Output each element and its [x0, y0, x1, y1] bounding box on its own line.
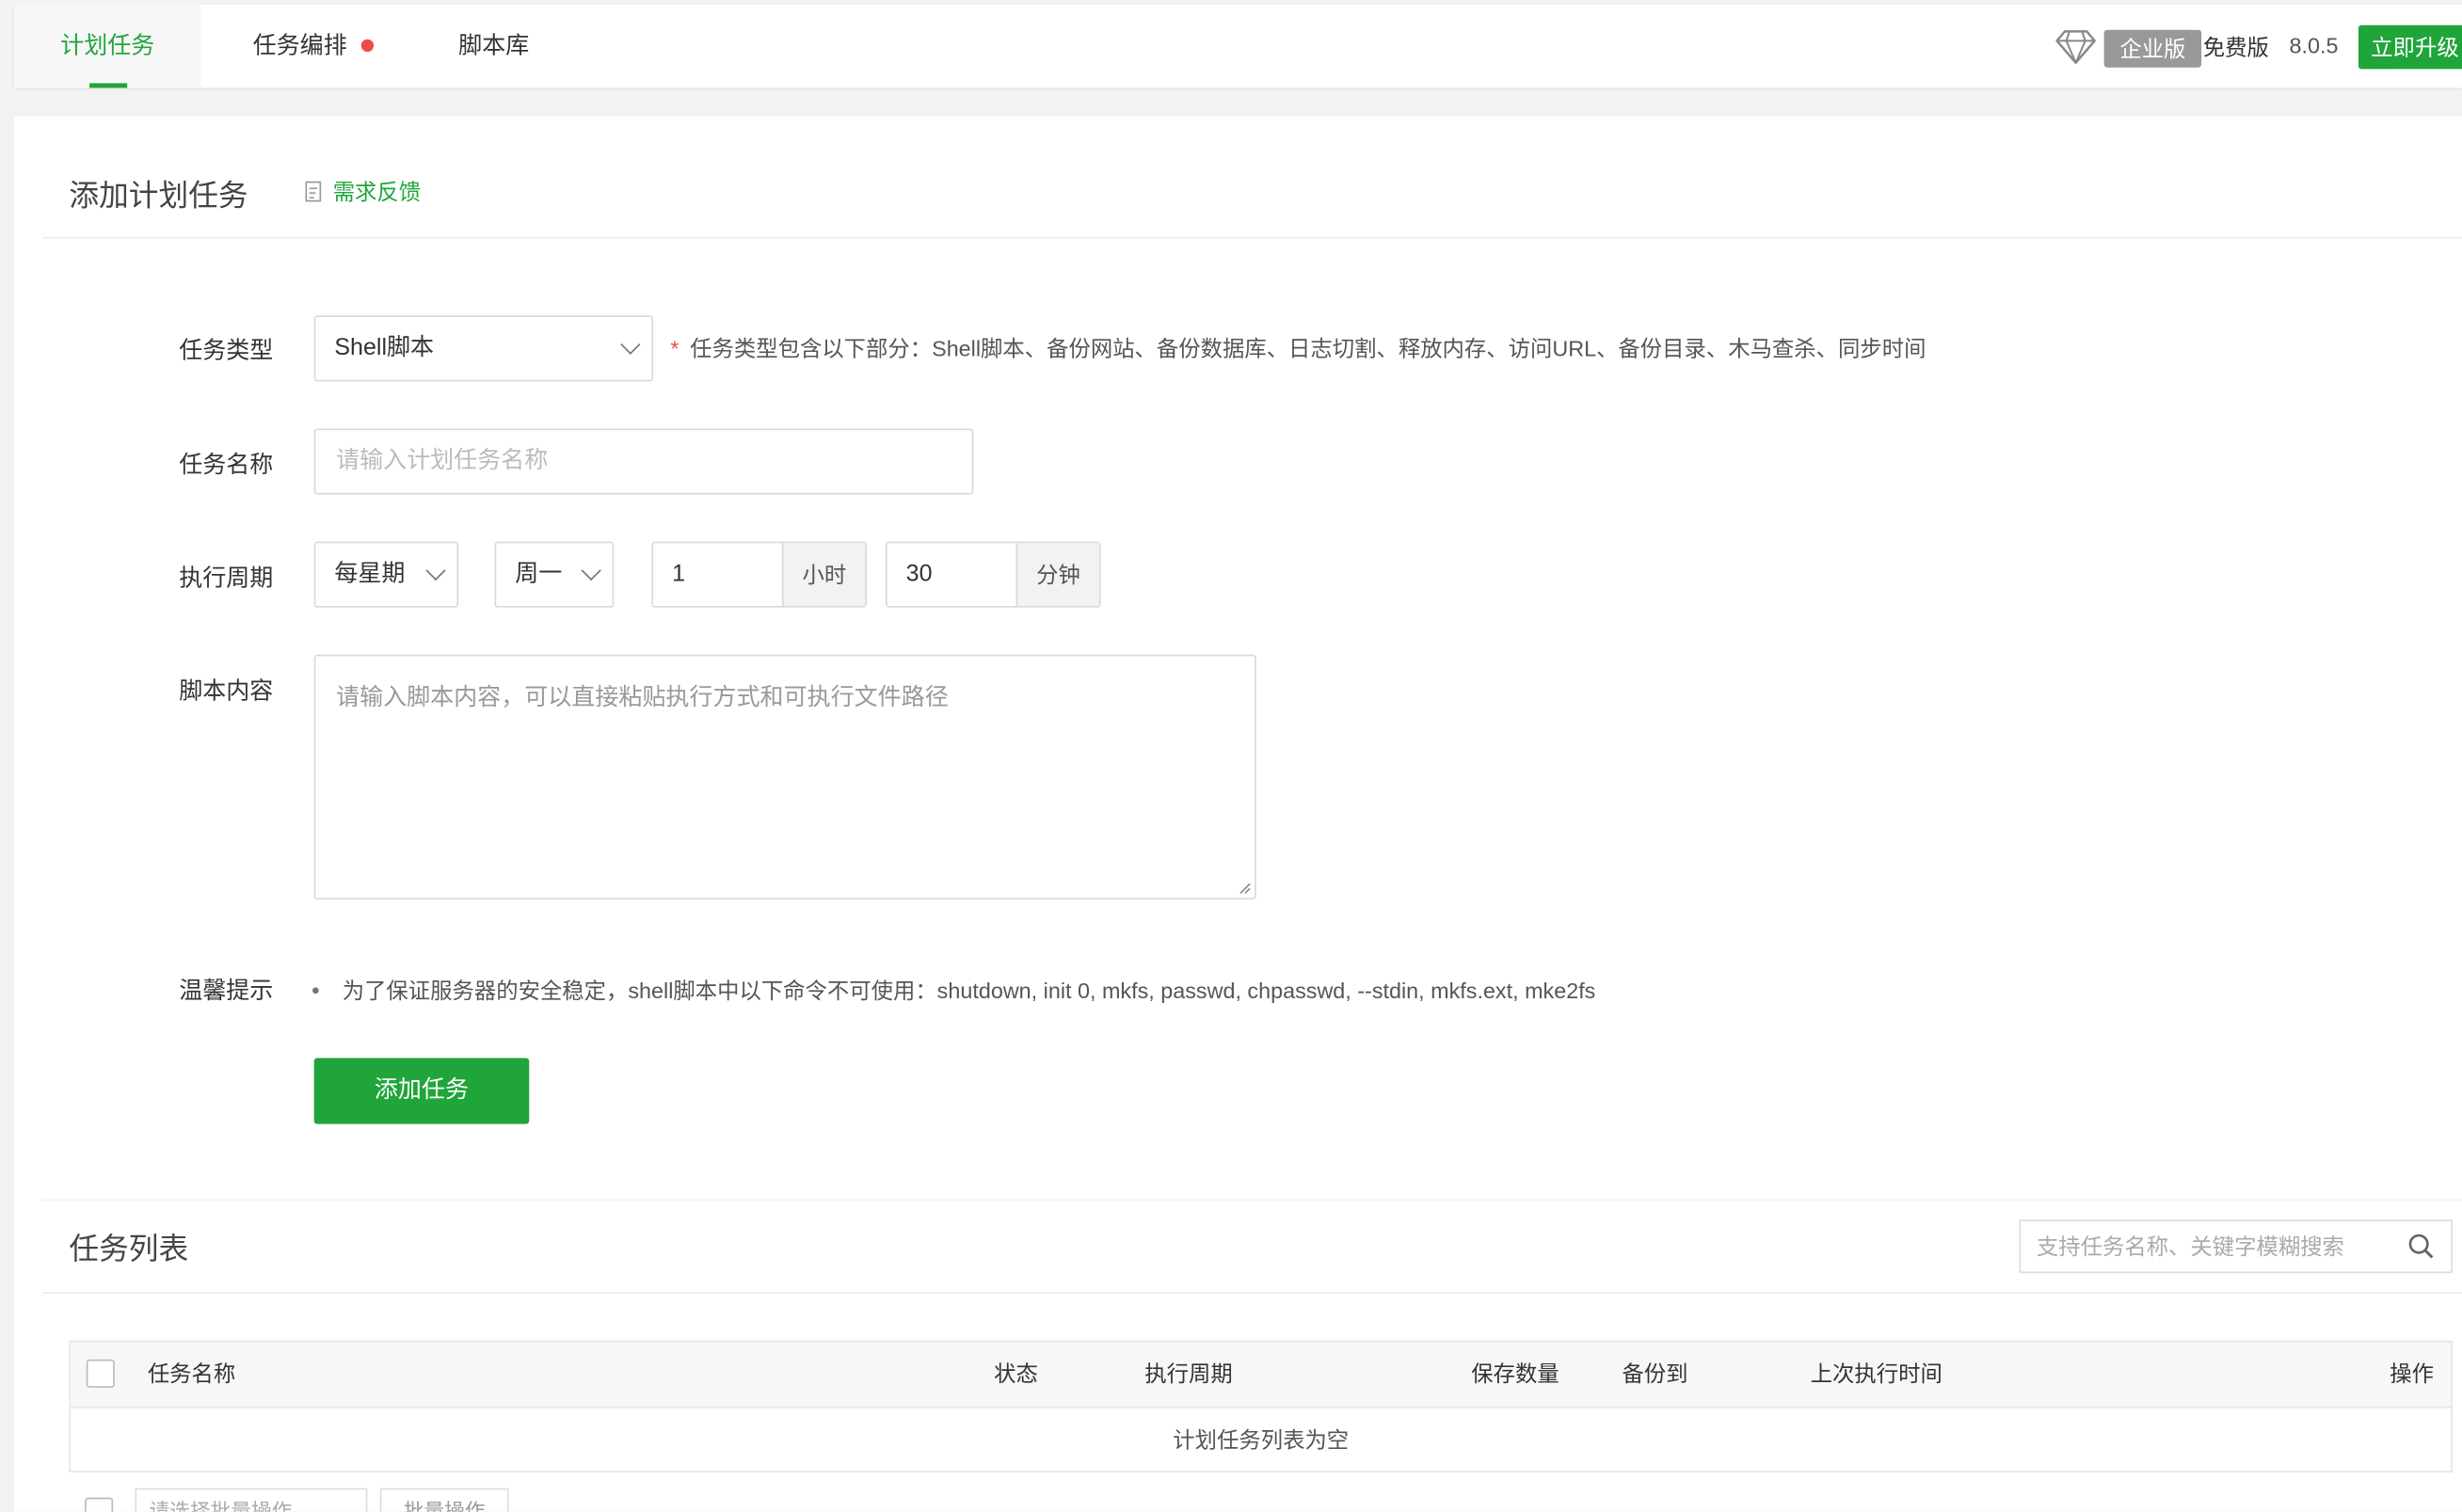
batch-checkbox[interactable] [85, 1497, 114, 1512]
resize-handle-icon[interactable] [1239, 883, 1251, 895]
task-name-label: 任务名称 [179, 452, 274, 479]
task-type-hint-text: 任务类型包含以下部分：Shell脚本、备份网站、备份数据库、日志切割、释放内存、… [690, 336, 1926, 361]
tab-label: 脚本库 [458, 33, 530, 60]
tab-task-orchestration[interactable]: 任务编排 [252, 5, 375, 88]
task-type-label: 任务类型 [179, 337, 274, 365]
column-header[interactable]: 任务名称 [148, 1342, 235, 1406]
feedback-link[interactable]: 需求反馈 [305, 176, 421, 207]
tab-scheduled-tasks[interactable]: 计划任务 [14, 5, 201, 88]
table-header: 任务名称 状态 执行周期 保存数量 备份到 上次执行时间 操作 [71, 1342, 2452, 1409]
tab-script-library[interactable]: 脚本库 [458, 5, 529, 88]
column-header: 操作 [2390, 1361, 2435, 1387]
column-header[interactable]: 备份到 [1622, 1342, 1687, 1406]
task-type-hint: * 任务类型包含以下部分：Shell脚本、备份网站、备份数据库、日志切割、释放内存… [670, 336, 1926, 361]
minute-input-group[interactable]: 30 分钟 [885, 541, 1101, 608]
search-icon[interactable] [2407, 1233, 2436, 1261]
task-table: 任务名称 状态 执行周期 保存数量 备份到 上次执行时间 操作 计划任务列表为空 [69, 1340, 2454, 1472]
batch-action-button[interactable]: 批量操作 [379, 1488, 509, 1512]
script-textarea[interactable]: 请输入脚本内容，可以直接粘贴执行方式和可执行文件路径 [313, 654, 1256, 899]
section-divider [42, 1199, 2462, 1202]
hour-unit: 小时 [781, 543, 866, 607]
version-number: 8.0.5 [2289, 33, 2339, 58]
tip-content: 为了保证服务器的安全稳定，shell脚本中以下命令不可使用：shutdown, … [342, 978, 1596, 1004]
hour-input-group[interactable]: 1 小时 [651, 541, 867, 608]
cycle-label: 执行周期 [179, 565, 274, 592]
free-edition-label: 免费版 [2202, 34, 2269, 60]
hour-input[interactable]: 1 [672, 543, 685, 606]
task-type-select[interactable]: Shell脚本 [313, 315, 654, 382]
chevron-down-icon [620, 334, 641, 355]
column-header[interactable]: 保存数量 [1471, 1342, 1559, 1406]
search-input[interactable]: 支持任务名称、关键字模糊搜索 [2019, 1219, 2454, 1274]
top-tab-bar: 计划任务 任务编排 脚本库 企业版 免费版 8.0.5 立即升级 [14, 5, 2462, 88]
divider [42, 236, 2462, 239]
column-header[interactable]: 状态 [994, 1342, 1038, 1406]
weekday-value: 周一 [515, 560, 563, 587]
diamond-icon [2055, 30, 2096, 64]
task-name-input[interactable]: 请输入计划任务名称 [313, 428, 974, 495]
minute-unit: 分钟 [1015, 543, 1099, 607]
period-value: 每星期 [334, 560, 406, 587]
main-panel: 添加计划任务 需求反馈 任务类型 Shell脚本 * 任务类型包含以下部分：She… [14, 116, 2462, 1512]
column-header[interactable]: 执行周期 [1144, 1342, 1232, 1406]
select-all-checkbox[interactable] [86, 1359, 115, 1388]
feedback-label: 需求反馈 [332, 179, 422, 204]
weekday-select[interactable]: 周一 [494, 541, 615, 608]
add-task-button[interactable]: 添加任务 [313, 1058, 530, 1124]
chevron-down-icon [581, 560, 601, 581]
task-list-title: 任务列表 [69, 1233, 189, 1267]
active-tab-indicator [89, 83, 128, 88]
period-select[interactable]: 每星期 [313, 541, 459, 608]
tip-label: 温馨提示 [179, 978, 274, 1005]
upgrade-button[interactable]: 立即升级 [2358, 24, 2462, 70]
minute-input[interactable]: 30 [906, 543, 933, 606]
tab-label: 任务编排 [252, 33, 347, 60]
search-placeholder: 支持任务名称、关键字模糊搜索 [2036, 1233, 2344, 1260]
empty-list-message: 计划任务列表为空 [1173, 1426, 1350, 1453]
script-placeholder: 请输入脚本内容，可以直接粘贴执行方式和可执行文件路径 [336, 684, 949, 711]
enterprise-badge[interactable]: 企业版 [2103, 29, 2202, 68]
notification-dot [360, 39, 375, 53]
tip-text: 为了保证服务器的安全稳定，shell脚本中以下命令不可使用：shutdown, … [312, 975, 1595, 1006]
chevron-down-icon [425, 560, 446, 581]
edit-note-icon [305, 181, 322, 202]
batch-action-select[interactable]: 请选择批量操作 [135, 1488, 368, 1512]
page: 计划任务 任务编排 脚本库 企业版 免费版 8.0.5 立即升级 添加计划任务 … [0, 0, 2462, 1512]
add-task-title: 添加计划任务 [69, 180, 248, 214]
divider [42, 1292, 2462, 1294]
task-type-value: Shell脚本 [334, 334, 435, 361]
column-header[interactable]: 上次执行时间 [1811, 1342, 1942, 1406]
tab-label: 计划任务 [60, 33, 155, 60]
script-label: 脚本内容 [179, 677, 274, 706]
